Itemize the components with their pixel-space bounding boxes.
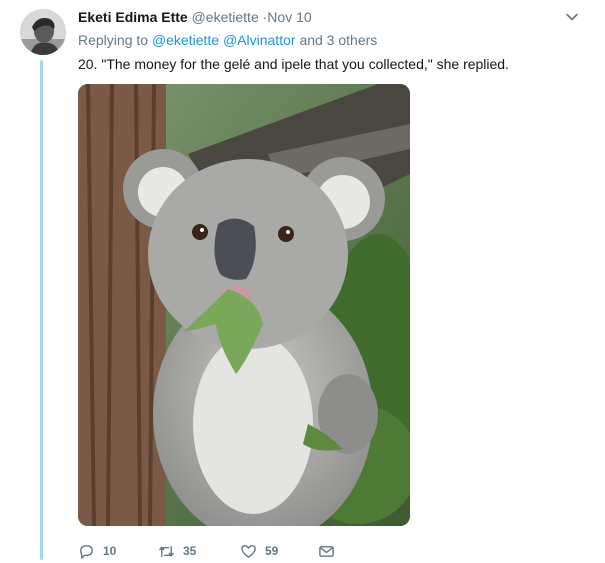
tweet-date[interactable]: Nov 10 [267, 9, 311, 25]
tweet-text: 20. "The money for the gelé and ipele th… [78, 56, 509, 72]
retweet-action[interactable]: 35 [158, 541, 196, 561]
koala-photo [78, 84, 410, 526]
reply-count: 10 [103, 544, 117, 558]
tweet-header: Eketi Edima Ette @eketiette ·Nov 10 [78, 8, 312, 26]
replying-prefix: Replying to [78, 32, 149, 48]
like-action[interactable]: 59 [240, 541, 278, 561]
retweet-icon [159, 545, 174, 557]
tweet-actions: 10 35 59 [78, 541, 378, 561]
tweet-photo[interactable] [78, 84, 410, 526]
dm-action[interactable] [318, 541, 343, 561]
others-link[interactable]: and 3 others [299, 32, 377, 48]
like-count: 59 [265, 544, 279, 558]
reply-icon [80, 544, 93, 559]
reply-action[interactable]: 10 [78, 541, 116, 561]
thread-line [40, 60, 43, 560]
avatar[interactable] [20, 9, 66, 55]
author-name[interactable]: Eketi Edima Ette [78, 9, 188, 25]
mention-alvinattor[interactable]: @Alvinattor [223, 32, 296, 48]
retweet-count: 35 [183, 544, 197, 558]
chevron-down-icon[interactable] [565, 10, 579, 24]
heart-icon [241, 544, 256, 558]
replying-to: Replying to @eketiette @Alvinattor and 3… [78, 31, 377, 49]
author-handle[interactable]: @eketiette [192, 9, 259, 25]
envelope-icon [319, 545, 334, 557]
avatar-image [20, 9, 66, 55]
mention-eketiette[interactable]: @eketiette [152, 32, 219, 48]
